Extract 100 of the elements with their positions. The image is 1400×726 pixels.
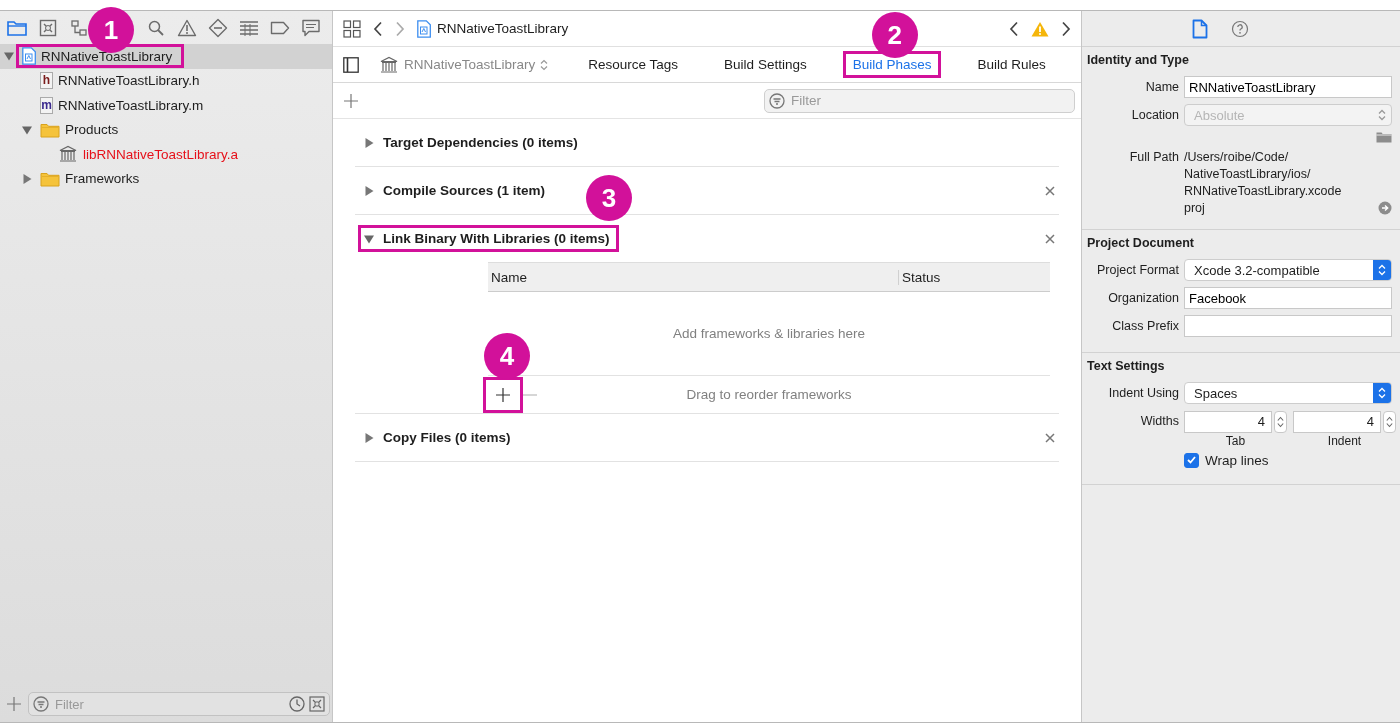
- editor-title: RNNativeToastLibrary: [437, 21, 569, 36]
- section-title: Identity and Type: [1087, 53, 1190, 67]
- disclosure-triangle-icon[interactable]: [22, 124, 32, 135]
- speech-bubble-icon[interactable]: [301, 18, 321, 37]
- field-label: Project Format: [1096, 263, 1180, 277]
- disclosure-triangle-icon[interactable]: [364, 137, 374, 148]
- field-label: Name: [1144, 80, 1180, 94]
- text-field[interactable]: RNNativeToastLibrary: [1184, 76, 1392, 98]
- number-field[interactable]: 4: [1184, 411, 1272, 433]
- column-header[interactable]: Name: [488, 269, 899, 285]
- back-icon[interactable]: [373, 20, 383, 37]
- callout-badge: 3: [586, 175, 632, 221]
- up-down-icon: [540, 58, 549, 71]
- up-down-icon: [1378, 264, 1386, 276]
- number-field[interactable]: 4: [1293, 411, 1381, 433]
- search-icon[interactable]: [147, 18, 165, 37]
- checkbox-label: Wrap lines: [1205, 452, 1269, 468]
- project-file-icon: [22, 47, 36, 66]
- tree-item[interactable]: h RNNativeToastLibrary.h: [0, 68, 332, 93]
- filter-icon: [33, 696, 49, 712]
- popup-button[interactable]: Spaces: [1184, 382, 1392, 404]
- folder-icon: [40, 170, 60, 187]
- hierarchy-icon[interactable]: [70, 18, 88, 37]
- close-icon[interactable]: [1045, 233, 1055, 244]
- tree-item[interactable]: Frameworks: [0, 166, 332, 191]
- folder-icon[interactable]: [7, 19, 27, 36]
- add-icon: [495, 386, 511, 403]
- field-label: Widths: [1139, 413, 1180, 430]
- checkbox[interactable]: [1184, 452, 1199, 468]
- checkmark-icon: [1187, 456, 1196, 464]
- field-label: Indent Using: [1107, 386, 1180, 400]
- tree-item[interactable]: m RNNativeToastLibrary.m: [0, 93, 332, 118]
- full-path-text: /Users/roibe/Code/ NativeToastLibrary/ios/ RNNativeToastLibrary.xcode proj: [1184, 149, 1343, 217]
- close-icon[interactable]: [1045, 185, 1055, 196]
- previous-issue-icon[interactable]: [1009, 20, 1019, 37]
- section-title: Project Document: [1087, 236, 1195, 250]
- disclosure-triangle-icon[interactable]: [22, 173, 32, 184]
- list-icon[interactable]: [239, 19, 259, 36]
- phase-header[interactable]: Copy Files (0 items): [358, 424, 521, 451]
- filter-field[interactable]: Filter: [28, 692, 330, 716]
- filter-field[interactable]: Filter: [764, 88, 1075, 113]
- tab[interactable]: Build Rules: [967, 51, 1056, 78]
- tab[interactable]: Build Settings: [714, 51, 817, 78]
- phase-header[interactable]: Target Dependencies (0 items): [358, 129, 588, 156]
- text-field[interactable]: [1184, 315, 1392, 337]
- reveal-arrow-icon[interactable]: [1378, 201, 1392, 215]
- target-popup[interactable]: RNNativeToastLibrary: [379, 55, 549, 74]
- project-file-icon: [417, 19, 431, 38]
- boxed-x-icon[interactable]: [39, 18, 57, 37]
- tree-item[interactable]: Products: [0, 117, 332, 142]
- file-icon: h: [40, 72, 53, 90]
- filter-icon: [769, 92, 785, 109]
- library-icon: [58, 145, 78, 164]
- callout-badge: 4: [484, 333, 530, 379]
- grid-icon[interactable]: [343, 19, 361, 38]
- sidebar-toggle-icon[interactable]: [343, 56, 359, 73]
- tab[interactable]: Resource Tags: [578, 51, 689, 78]
- field-label: Organization: [1107, 291, 1180, 305]
- forward-icon[interactable]: [395, 20, 405, 37]
- field-caption: Indent: [1327, 434, 1362, 448]
- field-caption: Tab: [1225, 434, 1246, 448]
- folder-icon: [40, 121, 60, 138]
- up-down-icon: [1378, 387, 1386, 399]
- warning-icon[interactable]: [177, 18, 197, 37]
- next-issue-icon[interactable]: [1061, 20, 1071, 37]
- help-icon[interactable]: [1231, 19, 1249, 38]
- add-button[interactable]: [483, 376, 523, 413]
- field-label: Location: [1130, 108, 1180, 122]
- stepper-icon[interactable]: [1386, 416, 1393, 428]
- boxed-x-icon[interactable]: [309, 696, 325, 712]
- section-title: Text Settings: [1087, 359, 1166, 373]
- disclosure-triangle-icon[interactable]: [364, 233, 374, 244]
- stepper-icon[interactable]: [1277, 416, 1284, 428]
- callout-badge: 1: [88, 7, 134, 53]
- disclosure-triangle-icon[interactable]: [364, 432, 374, 443]
- tree-item[interactable]: RNNativeToastLibrary: [0, 44, 332, 69]
- text-field[interactable]: Facebook: [1184, 287, 1392, 309]
- up-down-icon: [1378, 109, 1386, 121]
- file-icon: m: [40, 96, 53, 114]
- callout-badge: 2: [871, 12, 918, 58]
- diamond-icon[interactable]: [208, 17, 228, 38]
- clock-icon[interactable]: [289, 696, 305, 712]
- file-icon[interactable]: [1192, 18, 1208, 39]
- field-label: Class Prefix: [1111, 319, 1180, 333]
- empty-message: Add frameworks & libraries here: [672, 326, 866, 341]
- phase-header[interactable]: Compile Sources (1 item): [358, 177, 556, 204]
- tag-icon[interactable]: [270, 20, 290, 35]
- tree-item[interactable]: libRNNativeToastLibrary.a: [0, 142, 332, 167]
- filter-input[interactable]: Filter: [789, 92, 1070, 109]
- filter-input[interactable]: Filter: [53, 695, 285, 713]
- library-icon: [379, 55, 399, 74]
- folder-icon[interactable]: [1376, 131, 1392, 143]
- reorder-hint: Drag to reorder frameworks: [686, 387, 852, 402]
- disclosure-triangle-icon[interactable]: [4, 51, 14, 62]
- field-label: Full Path: [1128, 149, 1180, 166]
- popup-button[interactable]: Xcode 3.2-compatible: [1184, 259, 1392, 281]
- close-icon[interactable]: [1045, 432, 1055, 443]
- phase-header[interactable]: Link Binary With Libraries (0 items): [358, 225, 620, 252]
- disclosure-triangle-icon[interactable]: [364, 185, 374, 196]
- column-header[interactable]: Status: [899, 269, 1050, 285]
